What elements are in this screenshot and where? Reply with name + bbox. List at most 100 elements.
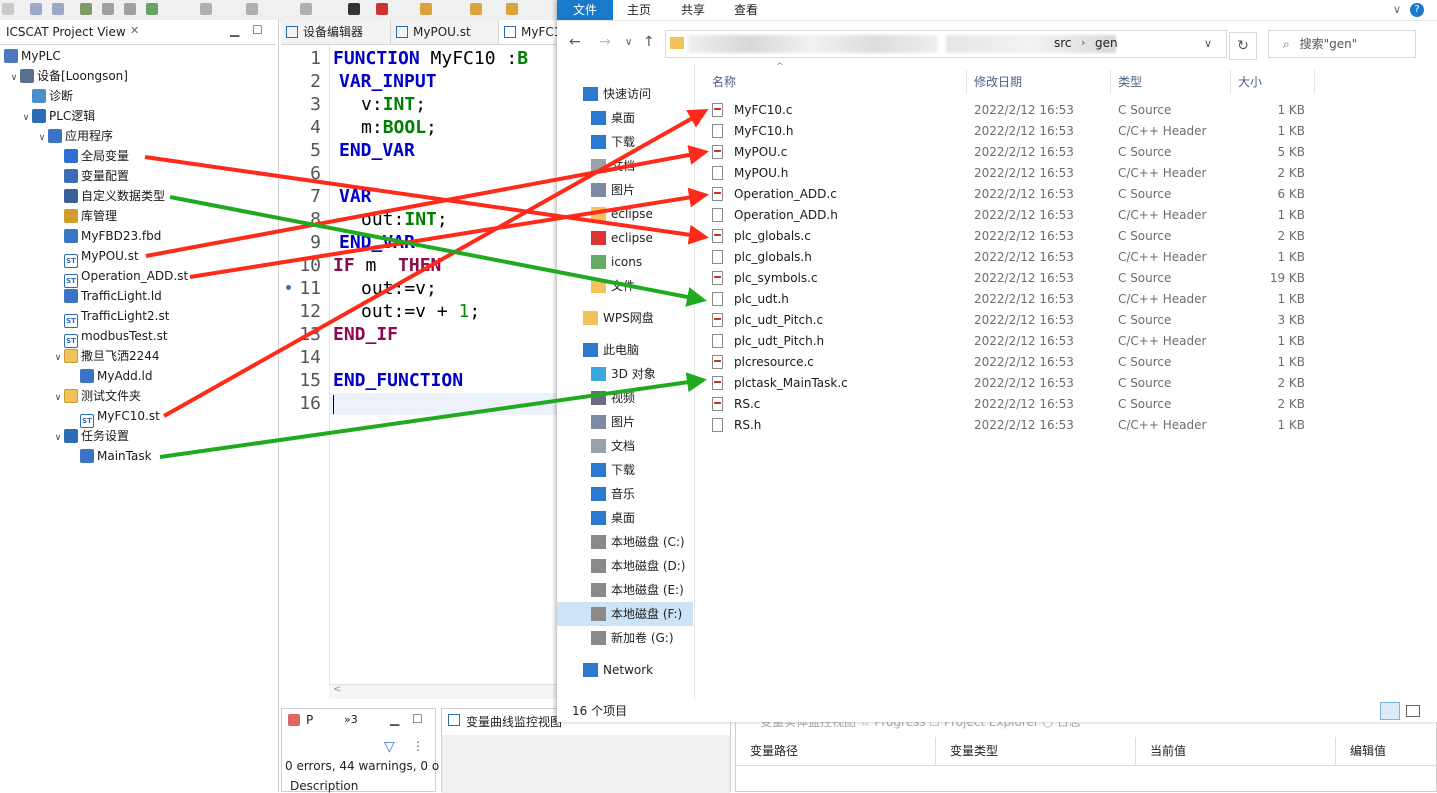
tree-item[interactable]: ∨ 应用程序	[36, 126, 113, 146]
nav-item[interactable]: 本地磁盘 (C:)	[557, 530, 693, 554]
file-row[interactable]: Operation_ADD.c 2022/2/12 16:53 C Source 6 …	[710, 184, 1310, 205]
column-type[interactable]: 类型	[1118, 72, 1142, 92]
tree-item[interactable]: 全局变量	[64, 146, 129, 166]
tree-item[interactable]: 诊断	[32, 86, 73, 106]
file-row[interactable]: plc_udt_Pitch.h 2022/2/12 16:53 C/C++ Head…	[710, 331, 1310, 352]
column-separator[interactable]	[1314, 70, 1315, 94]
nav-item[interactable]: 下载	[557, 130, 693, 154]
tree-item[interactable]: ∨ 设备[Loongson]	[8, 66, 128, 86]
expand-ribbon-icon[interactable]: ∨	[1393, 3, 1401, 16]
scroll-left-icon[interactable]: <	[333, 684, 341, 695]
file-row[interactable]: MyFC10.h 2022/2/12 16:53 C/C++ Header 1 KB	[710, 121, 1310, 142]
ribbon-tab-home[interactable]: 主页	[627, 0, 651, 20]
nav-item[interactable]: 本地磁盘 (E:)	[557, 578, 693, 602]
file-row[interactable]: Operation_ADD.h 2022/2/12 16:53 C/C++ Head…	[710, 205, 1310, 226]
tree-item[interactable]: MyAdd.ld	[80, 366, 152, 386]
nav-item[interactable]: 文档	[557, 434, 693, 458]
column-header-current[interactable]: 当前值	[1136, 737, 1336, 765]
nav-item[interactable]: icons	[557, 250, 693, 274]
file-row[interactable]: plc_globals.c 2022/2/12 16:53 C Source 2 KB	[710, 226, 1310, 247]
search-box[interactable]: ⌕ 搜索"gen"	[1268, 30, 1416, 58]
tree-item[interactable]: 库管理	[64, 206, 117, 226]
tree-item[interactable]: ∨ 测试文件夹	[52, 386, 141, 406]
nav-item[interactable]: 本地磁盘 (F:)	[557, 602, 693, 626]
nav-item[interactable]: eclipse	[557, 226, 693, 250]
nav-up-icon[interactable]	[506, 3, 518, 15]
column-separator[interactable]	[966, 70, 967, 94]
file-row[interactable]: MyFC10.c 2022/2/12 16:53 C Source 1 KB	[710, 100, 1310, 121]
nav-item[interactable]: 文件	[557, 274, 693, 298]
column-name[interactable]: 名称	[712, 72, 736, 92]
save-icon[interactable]	[30, 3, 42, 15]
tab-myfc10[interactable]: MyFC1	[499, 20, 561, 44]
forward-arrow-icon[interactable]: →	[599, 34, 611, 50]
details-view-icon[interactable]	[1380, 702, 1400, 720]
nav-item[interactable]: eclipse	[557, 202, 693, 226]
minimize-icon[interactable]: ▁	[230, 23, 239, 37]
tree-item[interactable]: TrafficLight.ld	[64, 286, 162, 306]
nav-item[interactable]: 图片	[557, 410, 693, 434]
column-size[interactable]: 大小	[1238, 72, 1262, 92]
file-row[interactable]: MyPOU.c 2022/2/12 16:53 C Source 5 KB	[710, 142, 1310, 163]
expand-toggle-icon[interactable]: ∨	[20, 108, 32, 128]
expand-toggle-icon[interactable]: ∨	[36, 128, 48, 148]
expand-toggle-icon[interactable]: ∨	[52, 348, 64, 368]
file-row[interactable]: RS.h 2022/2/12 16:53 C/C++ Header 1 KB	[710, 415, 1310, 436]
nav-item[interactable]: 3D 对象	[557, 362, 693, 386]
tree-item[interactable]: ∨ PLC逻辑	[20, 106, 95, 126]
monitor-icon[interactable]	[348, 3, 360, 15]
pin-icon[interactable]	[470, 3, 482, 15]
column-header-edit[interactable]: 编辑值	[1336, 737, 1436, 765]
close-icon[interactable]: ✕	[130, 24, 139, 37]
ribbon-tab-view[interactable]: 查看	[734, 0, 758, 20]
column-header-type[interactable]: 变量类型	[936, 737, 1136, 765]
refresh-icon[interactable]: ↻	[1229, 32, 1257, 60]
ribbon-tab-file[interactable]: 文件	[557, 0, 613, 20]
nav-item[interactable]: 桌面	[557, 106, 693, 130]
column-separator[interactable]	[1230, 70, 1231, 94]
tree-item[interactable]: ST MyFC10.st	[80, 406, 160, 428]
tab-device-editor[interactable]: 设备编辑器 ✕	[281, 20, 391, 63]
column-date[interactable]: 修改日期	[974, 72, 1022, 92]
tree-item[interactable]: ST modbusTest.st	[64, 326, 168, 348]
monitor-curve-tab[interactable]: 变量曲线监控视图	[466, 713, 562, 730]
nav-item[interactable]: 图片	[557, 178, 693, 202]
back-arrow-icon[interactable]: ←	[569, 34, 581, 50]
compile-icon[interactable]	[146, 3, 158, 15]
column-header-path[interactable]: 变量路径	[736, 737, 936, 765]
editor-horizontal-scrollbar[interactable]: <	[329, 684, 560, 699]
menu-arrow-icon[interactable]	[2, 3, 14, 15]
project-view-tab[interactable]: ICSCAT Project View ✕ ▁ ☐	[0, 20, 276, 45]
tree-item[interactable]: MyFBD23.fbd	[64, 226, 161, 246]
up-arrow-icon[interactable]: ↑	[643, 34, 655, 50]
file-row[interactable]: MyPOU.h 2022/2/12 16:53 C/C++ Header 2 KB	[710, 163, 1310, 184]
nav-item[interactable]: 此电脑	[557, 338, 693, 362]
address-dropdown-icon[interactable]: ∨	[1204, 37, 1212, 50]
file-row[interactable]: plc_symbols.c 2022/2/12 16:53 C Source 19 K…	[710, 268, 1310, 289]
file-row[interactable]: plc_globals.h 2022/2/12 16:53 C/C++ Header…	[710, 247, 1310, 268]
tool-icon[interactable]	[200, 3, 212, 15]
tree-item[interactable]: ST Operation_ADD.st	[64, 266, 188, 288]
tree-item[interactable]: ST MyPOU.st	[64, 246, 139, 268]
nav-item[interactable]: Network	[557, 658, 693, 682]
description-column[interactable]: Description	[290, 779, 358, 793]
tree-item[interactable]: MyPLC	[4, 46, 61, 66]
nav-item[interactable]: WPS网盘	[557, 306, 693, 330]
file-row[interactable]: RS.c 2022/2/12 16:53 C Source 2 KB	[710, 394, 1310, 415]
ribbon-tab-share[interactable]: 共享	[681, 0, 705, 20]
help-icon[interactable]: ?	[1410, 3, 1424, 17]
expand-toggle-icon[interactable]: ∨	[8, 68, 20, 88]
expand-toggle-icon[interactable]: ∨	[52, 388, 64, 408]
nav-item[interactable]: 桌面	[557, 506, 693, 530]
tab-mypou[interactable]: MyPOU.st	[391, 20, 499, 44]
run-icon[interactable]	[80, 3, 92, 15]
tree-item[interactable]: MainTask	[80, 446, 152, 466]
save-all-icon[interactable]	[52, 3, 64, 15]
more-tabs[interactable]: »3	[344, 713, 358, 726]
large-icons-view-icon[interactable]	[1406, 705, 1420, 717]
download-icon[interactable]	[246, 3, 258, 15]
debug-icon[interactable]	[376, 3, 388, 15]
nav-item[interactable]: 音乐	[557, 482, 693, 506]
column-separator[interactable]	[1110, 70, 1111, 94]
nav-item[interactable]: 新加卷 (G:)	[557, 626, 693, 650]
